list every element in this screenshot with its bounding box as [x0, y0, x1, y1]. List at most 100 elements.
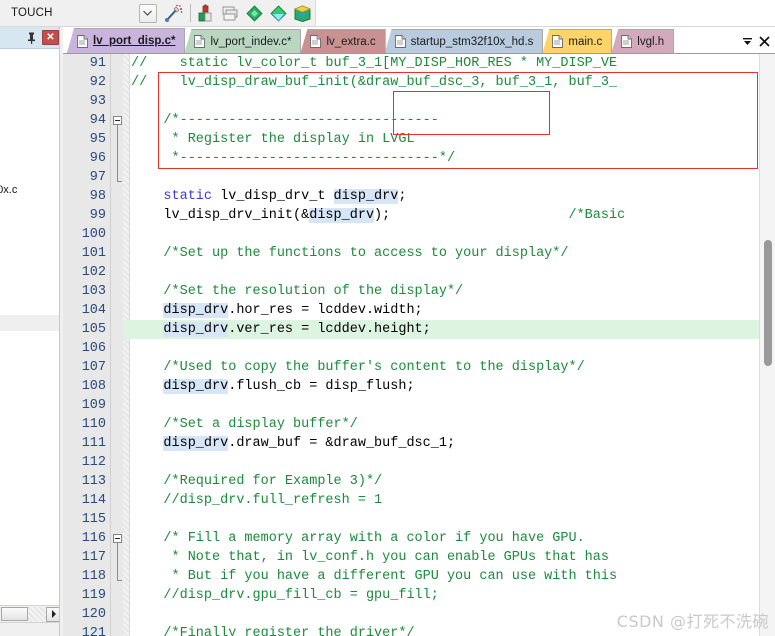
code-line[interactable]: /*-------------------------------- — [131, 111, 439, 130]
highlighted-token: disp_drv — [163, 379, 229, 394]
toolbar-target-label: TOUCH — [11, 7, 53, 19]
code-token: .hor_res = lcddev.width; — [228, 303, 423, 318]
file-document-icon — [552, 35, 564, 48]
line-number: 92 — [89, 75, 106, 90]
horizontal-scrollbar-track[interactable] — [28, 606, 46, 622]
code-token: /*Required for Example 3)*/ — [131, 474, 383, 489]
line-number: 110 — [81, 417, 106, 432]
code-line[interactable]: *--------------------------------*/ — [131, 149, 456, 168]
close-icon[interactable]: ✕ — [42, 30, 59, 45]
line-number: 115 — [81, 512, 106, 527]
line-number: 95 — [89, 132, 106, 147]
code-token: /*Set a display buffer*/ — [131, 417, 358, 432]
code-line[interactable]: disp_drv.ver_res = lcddev.height; — [131, 320, 431, 339]
code-line[interactable]: * Note that, in lv_conf.h you can enable… — [131, 548, 609, 567]
toolbar-separator — [189, 4, 191, 22]
code-token: lv_disp_drv_t — [212, 189, 334, 204]
code-line[interactable]: /*Required for Example 3)*/ — [131, 472, 382, 491]
vertical-scrollbar[interactable] — [759, 54, 775, 636]
code-line[interactable]: /*Set a display buffer*/ — [131, 415, 358, 434]
editor-tab-lvgl-h[interactable]: lvgl.h — [611, 29, 675, 53]
code-token: ); — [374, 208, 569, 223]
code-token: .draw_buf = &draw_buf_dsc_1; — [228, 436, 456, 451]
tabstrip-controls — [739, 29, 775, 53]
line-number: 112 — [81, 455, 106, 470]
code-line[interactable]: * Register the display in LVGL — [131, 130, 415, 149]
editor-tab-label: startup_stm32f10x_hd.s — [410, 35, 534, 48]
configure-wizard-icon[interactable] — [163, 2, 185, 24]
file-document-icon — [621, 35, 633, 48]
code-line[interactable]: /*Used to copy the buffer's content to t… — [131, 358, 584, 377]
code-text-area[interactable]: // static lv_color_t buf_3_1[MY_DISP_HOR… — [131, 54, 775, 636]
editor-tab-label: lv_port_disp.c* — [93, 35, 176, 47]
editor-tab-startup-stm32f10x-hd-s[interactable]: startup_stm32f10x_hd.s — [384, 29, 544, 53]
code-token: /*Finally register the driver*/ — [131, 626, 415, 636]
code-line[interactable]: //disp_drv.full_refresh = 1 — [131, 491, 382, 510]
editor-tab-main-c[interactable]: main.c — [542, 29, 613, 53]
line-number: 96 — [89, 151, 106, 166]
change-marker-stripe — [123, 54, 130, 636]
pack-installer-icon[interactable] — [268, 2, 290, 24]
code-line[interactable]: /*Set up the functions to access to your… — [131, 244, 568, 263]
line-number: 93 — [89, 94, 106, 109]
line-number: 108 — [81, 379, 106, 394]
batch-build-icon[interactable] — [220, 2, 242, 24]
project-horizontal-scrollbar[interactable] — [0, 605, 62, 622]
line-number: 116 — [81, 531, 106, 546]
line-number: 94 — [89, 113, 106, 128]
editor-tab-lv-extra-c[interactable]: lv_extra.c — [300, 29, 386, 53]
editor-tab-label: main.c — [568, 35, 603, 48]
chevron-down-list-icon[interactable] — [739, 31, 756, 51]
manage-run-time-env-icon[interactable] — [292, 2, 314, 24]
code-line[interactable]: /* Fill a memory array with a color if y… — [131, 529, 584, 548]
code-token: * But if you have a different GPU you ca… — [131, 569, 618, 584]
highlighted-token: disp_drv — [163, 303, 229, 318]
vertical-scrollbar-thumb[interactable] — [764, 240, 772, 366]
highlighted-token: disp_drv — [309, 208, 375, 223]
project-panel-footer — [0, 622, 62, 636]
line-number: 120 — [81, 607, 106, 622]
build-target-icon[interactable] — [196, 2, 218, 24]
pin-icon[interactable] — [24, 30, 39, 46]
code-folding-column[interactable] — [110, 54, 123, 636]
fold-collapse-icon[interactable] — [113, 116, 122, 125]
code-line[interactable]: disp_drv.draw_buf = &draw_buf_dsc_1; — [131, 434, 455, 453]
editor-tab-lv-port-disp-c-[interactable]: lv_port_disp.c* — [67, 28, 186, 53]
code-editor[interactable]: 91 92 93 94 95 96 97 98 99 100 101 102 103 104 105 106 1… — [63, 53, 775, 636]
code-line[interactable]: /*Set the resolution of the display*/ — [131, 282, 463, 301]
code-line[interactable]: // lv_disp_draw_buf_init(&draw_buf_dsc_3… — [131, 73, 617, 92]
code-token: /*Basic — [568, 208, 626, 223]
code-line[interactable]: //disp_drv.gpu_fill_cb = gpu_fill; — [131, 586, 438, 605]
code-line[interactable]: /*Finally register the driver*/ — [131, 624, 415, 636]
code-line[interactable]: disp_drv.flush_cb = disp_flush; — [131, 377, 415, 396]
code-token: /*-------------------------------- — [131, 113, 439, 128]
line-number: 114 — [81, 493, 106, 508]
code-line[interactable]: lv_disp_drv_init(&disp_drv); /*Basic — [131, 206, 625, 225]
editor-tab-lv-port-indev-c-[interactable]: lv_port_indev.c* — [184, 29, 302, 53]
close-tab-icon[interactable] — [756, 31, 773, 51]
project-panel-header: ✕ — [0, 27, 62, 49]
csdn-watermark: CSDN @打死不洗碗 — [616, 612, 769, 631]
line-number: 91 — [89, 56, 106, 71]
code-line[interactable]: * But if you have a different GPU you ca… — [131, 567, 618, 586]
editor-tab-label: lv_port_indev.c* — [210, 35, 292, 48]
chevron-down-icon[interactable] — [138, 3, 157, 23]
horizontal-scrollbar-thumb[interactable] — [1, 607, 28, 621]
manage-components-icon[interactable] — [244, 2, 266, 24]
line-number: 100 — [81, 227, 106, 242]
code-line[interactable]: static lv_disp_drv_t disp_drv; — [131, 187, 406, 206]
code-token: //disp_drv.full_refresh = 1 — [131, 493, 383, 508]
line-number: 121 — [81, 626, 106, 636]
tree-item-1[interactable]: f10x.c — [0, 184, 17, 196]
code-token: * Note that, in lv_conf.h you can enable… — [131, 550, 609, 565]
code-token: // static lv_color_t buf_3_1[MY_DISP_HOR… — [131, 56, 618, 71]
code-token: // lv_disp_draw_buf_init(&draw_buf_dsc_3… — [131, 75, 618, 90]
code-line[interactable]: // static lv_color_t buf_3_1[MY_DISP_HOR… — [131, 54, 617, 73]
fold-collapse-icon[interactable] — [113, 534, 122, 543]
code-line[interactable]: disp_drv.hor_res = lcddev.width; — [131, 301, 423, 320]
project-tree[interactable]: c f10x.c c — [0, 49, 62, 614]
panel-splitter[interactable] — [59, 27, 62, 636]
code-token: *--------------------------------*/ — [131, 151, 456, 166]
